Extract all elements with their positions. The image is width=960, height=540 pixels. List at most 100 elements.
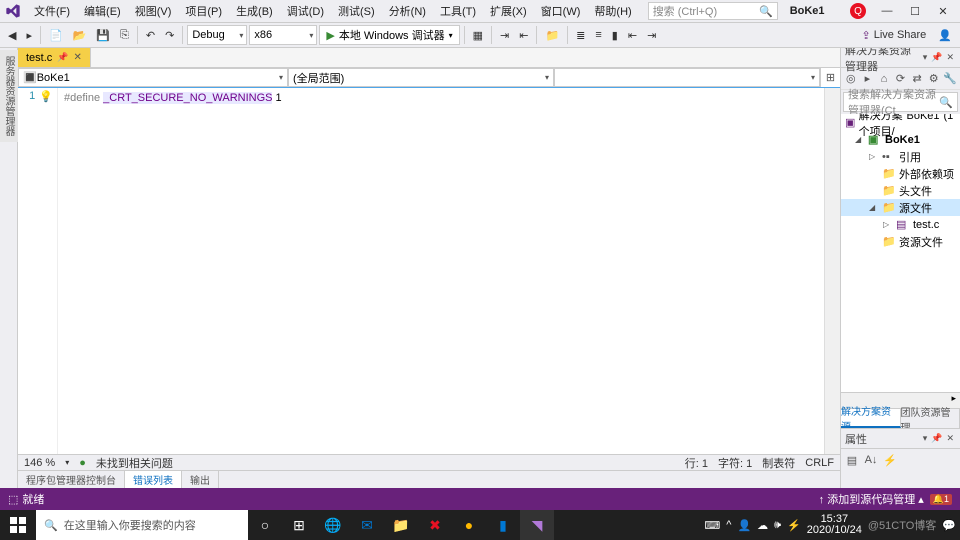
mail-icon[interactable]: ✉ [350, 510, 384, 540]
undo-button[interactable]: ↶ [142, 24, 159, 46]
menu-view[interactable]: 视图(V) [129, 0, 178, 22]
sol-wrench-icon[interactable]: 🔧 [942, 70, 958, 88]
panel-close-icon[interactable]: ✕ [944, 52, 956, 63]
tb-uncomment-icon[interactable]: ≡ [591, 24, 605, 46]
project-combo[interactable]: 🔳 BoKe1 [18, 68, 288, 87]
notification-icon[interactable]: Q [850, 3, 866, 19]
zoom-level[interactable]: 146 % [24, 457, 55, 469]
start-debug-button[interactable]: ▶ 本地 Windows 调试器 ▾ [319, 25, 459, 45]
solution-node[interactable]: ▣解决方案"BoKe1"(1 个项目/ [841, 114, 960, 131]
tab-output[interactable]: 输出 [182, 471, 219, 488]
redo-button[interactable]: ↷ [161, 24, 178, 46]
sources-node[interactable]: ◢📁源文件 [841, 199, 960, 216]
nav-fwd-button[interactable]: ▸ [22, 24, 36, 46]
menu-file[interactable]: 文件(F) [28, 0, 76, 22]
keyboard-icon[interactable]: ⌨ [704, 519, 720, 532]
start-button[interactable] [0, 510, 36, 540]
tb-indent2-icon[interactable]: ⇥ [643, 24, 660, 46]
taskbar-clock[interactable]: 15:37 2020/10/24 [807, 514, 862, 536]
tab-errorlist[interactable]: 错误列表 [125, 471, 182, 488]
save-button[interactable]: 💾 [92, 24, 114, 46]
config-combo[interactable]: Debug [187, 25, 247, 45]
code-editor[interactable]: 1 💡 #define _CRT_SECURE_NO_WARNINGS 1 [18, 88, 840, 454]
nav-back-button[interactable]: ◀ [4, 24, 20, 46]
sol-home-icon[interactable]: ⌂ [876, 70, 892, 88]
tb-folder-icon[interactable]: 📁 [541, 24, 563, 46]
visualstudio-icon[interactable]: ◥ [520, 510, 554, 540]
tb-indent-icon[interactable]: ⇤ [515, 24, 532, 46]
tab-pkgmgr[interactable]: 程序包管理器控制台 [18, 471, 125, 488]
sol-sync-icon[interactable]: ⇄ [909, 70, 925, 88]
menu-tools[interactable]: 工具(T) [434, 0, 482, 22]
tray-battery-icon[interactable]: ⚡ [787, 519, 801, 532]
resources-node[interactable]: 📁资源文件 [841, 233, 960, 250]
taskview-icon[interactable]: ⊞ [282, 510, 316, 540]
vertical-scrollbar[interactable] [824, 88, 840, 454]
prop-events-icon[interactable]: ⚡ [881, 451, 899, 469]
tab-solution-explorer[interactable]: 解决方案资源... [841, 409, 901, 428]
menu-extensions[interactable]: 扩展(X) [484, 0, 533, 22]
tray-cloud-icon[interactable]: ☁ [757, 519, 768, 532]
pin-icon[interactable]: 📌 [57, 52, 68, 63]
maximize-button[interactable]: ☐ [902, 2, 928, 20]
prop-categorize-icon[interactable]: ▤ [843, 451, 861, 469]
app-yellow-icon[interactable]: ● [452, 510, 486, 540]
tray-people-icon[interactable]: 👤 [737, 519, 751, 532]
chrome-icon[interactable]: 🌐 [316, 510, 350, 540]
sol-refresh-icon[interactable]: ⟳ [893, 70, 909, 88]
tb-hex-icon[interactable]: ▦ [469, 24, 487, 46]
menu-build[interactable]: 生成(B) [230, 0, 279, 22]
menu-window[interactable]: 窗口(W) [535, 0, 587, 22]
solution-tree[interactable]: ▣解决方案"BoKe1"(1 个项目/ ◢▣BoKe1 ▷•▪引用 📁外部依赖项… [841, 114, 960, 392]
menu-test[interactable]: 测试(S) [332, 0, 381, 22]
tb-comment-icon[interactable]: ≣ [572, 24, 589, 46]
panel-dropdown-icon[interactable]: ▾ [921, 52, 930, 63]
cortana-icon[interactable]: ○ [248, 510, 282, 540]
app-blue-icon[interactable]: ▮ [486, 510, 520, 540]
scope-combo[interactable]: (全局范围) [288, 68, 554, 87]
liveshare-button[interactable]: ⇪ Live Share [855, 29, 932, 42]
file-tab-testc[interactable]: test.c 📌 ✕ [18, 48, 91, 67]
quick-search[interactable]: 搜索 (Ctrl+Q) 🔍 [648, 2, 778, 20]
references-node[interactable]: ▷•▪引用 [841, 148, 960, 165]
expand-icon[interactable]: ▷ [883, 220, 893, 229]
menu-help[interactable]: 帮助(H) [588, 0, 637, 22]
tab-team-explorer[interactable]: 团队资源管理... [901, 409, 960, 428]
prop-sort-icon[interactable]: A↓ [862, 451, 880, 469]
panel-dropdown-icon[interactable]: ▾ [921, 433, 930, 444]
taskbar-search[interactable]: 🔍 在这里输入你要搜索的内容 [36, 510, 248, 540]
panel-pin-icon[interactable]: 📌 [929, 52, 944, 63]
account-icon[interactable]: 👤 [934, 24, 956, 46]
close-button[interactable]: ✕ [930, 2, 956, 20]
sol-fwd-icon[interactable]: ▸ [860, 70, 876, 88]
close-tab-icon[interactable]: ✕ [74, 52, 82, 63]
panel-pin-icon[interactable]: 📌 [929, 433, 944, 444]
sol-back-icon[interactable]: ◎ [843, 70, 859, 88]
source-control-text[interactable]: ↑ 添加到源代码管理 ▴ [819, 491, 924, 507]
tb-outdent-icon[interactable]: ⇤ [624, 24, 641, 46]
minimize-button[interactable]: — [874, 2, 900, 20]
platform-combo[interactable]: x86 [249, 25, 317, 45]
file-testc-node[interactable]: ▷▤test.c [841, 216, 960, 233]
notification-center-icon[interactable]: 💬 [942, 519, 956, 532]
sol-filter-icon[interactable]: ⚙ [926, 70, 942, 88]
tb-bookmark-icon[interactable]: ▮ [608, 24, 622, 46]
external-deps-node[interactable]: 📁外部依赖项 [841, 165, 960, 182]
panel-close-icon[interactable]: ✕ [944, 433, 956, 444]
lightbulb-icon[interactable]: 💡 [39, 90, 53, 454]
explorer-icon[interactable]: 📁 [384, 510, 418, 540]
code-content[interactable]: #define _CRT_SECURE_NO_WARNINGS 1 [58, 88, 824, 454]
save-all-button[interactable]: ⎘ [116, 24, 133, 46]
server-explorer-tab[interactable]: 服务器资源管理器 [0, 50, 18, 142]
menu-edit[interactable]: 编辑(E) [78, 0, 127, 22]
menu-analyze[interactable]: 分析(N) [383, 0, 432, 22]
new-button[interactable]: 📄 [45, 24, 67, 46]
split-editor-icon[interactable]: ⊞ [820, 68, 840, 87]
open-button[interactable]: 📂 [69, 24, 91, 46]
expand-icon[interactable]: ◢ [855, 135, 865, 144]
tray-wifi-icon[interactable]: 🕪 [774, 519, 781, 532]
notification-badge[interactable]: 🔔1 [930, 494, 952, 505]
menu-debug[interactable]: 调试(D) [281, 0, 330, 22]
expand-icon[interactable]: ▷ [869, 152, 879, 161]
menu-project[interactable]: 项目(P) [179, 0, 228, 22]
